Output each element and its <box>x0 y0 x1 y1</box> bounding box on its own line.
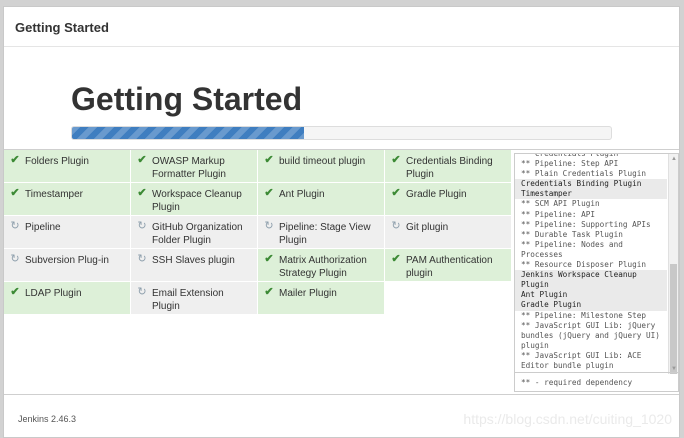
log-dependency-line: ** Pipeline: Supporting APIs <box>521 219 651 229</box>
plugin-item: ✔ Timestamper <box>4 183 131 216</box>
log-plugin-heading: Jenkins Workspace Cleanup Plugin <box>515 270 667 291</box>
jenkins-version: Jenkins 2.46.3 <box>18 414 77 424</box>
check-icon: ✔ <box>137 154 147 166</box>
plugin-label: Timestamper <box>25 189 83 200</box>
plugin-label: Gradle Plugin <box>406 189 467 200</box>
log-dependency-line: ** Pipeline: Milestone Step <box>521 310 646 320</box>
log-plugin-heading: Gradle Plugin <box>515 300 667 311</box>
check-icon: ✔ <box>10 154 20 166</box>
grid-empty-cell <box>385 282 512 315</box>
install-log[interactable]: ** Credentials Plugin** Pipeline: Step A… <box>514 153 679 392</box>
log-plugin-heading: Timestamper <box>515 189 667 200</box>
plugin-label: SSH Slaves plugin <box>152 255 235 266</box>
plugin-label: GitHub Organization Folder Plugin <box>152 222 243 246</box>
plugin-item: ✔ Matrix Authorization Strategy Plugin <box>258 249 385 282</box>
install-log-lines: ** Credentials Plugin** Pipeline: Step A… <box>515 154 667 374</box>
log-plugin-heading: Ant Plugin <box>515 290 667 301</box>
log-legend: ** - required dependency <box>515 372 678 391</box>
plugin-item: ↻ Pipeline: Stage View Plugin <box>258 216 385 249</box>
log-dependency-line: ** Pipeline: API <box>521 209 596 219</box>
plugin-label: PAM Authentication plugin <box>406 255 493 279</box>
plugin-item: ✔ PAM Authentication plugin <box>385 249 512 282</box>
progress-bar <box>71 126 612 140</box>
log-dependency-line: ** SCM API Plugin <box>521 199 600 209</box>
plugin-label: Pipeline: Stage View Plugin <box>279 222 371 246</box>
plugin-item: ✔ Workspace Cleanup Plugin <box>131 183 258 216</box>
refresh-icon: ↻ <box>264 220 274 232</box>
plugin-label: Git plugin <box>406 222 449 233</box>
dialog-header: Getting Started <box>4 7 679 47</box>
plugin-label: Folders Plugin <box>25 156 89 167</box>
plugin-item: ↻ Git plugin <box>385 216 512 249</box>
check-icon: ✔ <box>391 253 401 265</box>
refresh-icon: ↻ <box>137 286 147 298</box>
plugin-label: LDAP Plugin <box>25 288 82 299</box>
log-dependency-line: ** Durable Task Plugin <box>521 229 623 239</box>
check-icon: ✔ <box>264 253 274 265</box>
plugin-item: ↻ Subversion Plug-in <box>4 249 131 282</box>
dialog-title: Getting Started <box>15 20 109 35</box>
check-icon: ✔ <box>137 187 147 199</box>
plugin-label: Mailer Plugin <box>279 288 337 299</box>
refresh-icon: ↻ <box>10 220 20 232</box>
plugin-item: ✔ LDAP Plugin <box>4 282 131 315</box>
check-icon: ✔ <box>264 154 274 166</box>
plugin-label: Credentials Binding Plugin <box>406 156 493 180</box>
plugin-label: Matrix Authorization Strategy Plugin <box>279 255 367 279</box>
refresh-icon: ↻ <box>137 220 147 232</box>
log-scrollbar[interactable]: ▲ ▼ <box>668 154 678 374</box>
plugin-item: ✔ Credentials Binding Plugin <box>385 150 512 183</box>
plugin-item: ↻ Email Extension Plugin <box>131 282 258 315</box>
setup-dialog: Getting Started Getting Started ✔ Folders… <box>3 6 680 438</box>
page-title: Getting Started <box>71 81 303 117</box>
plugin-label: Pipeline <box>25 222 61 233</box>
plugin-label: build timeout plugin <box>279 156 366 167</box>
plugin-label: Subversion Plug-in <box>25 255 109 266</box>
progress-fill <box>72 127 304 139</box>
log-dependency-line: ** JavaScript GUI Lib: ACE Editor bundle… <box>521 350 646 370</box>
check-icon: ✔ <box>391 187 401 199</box>
log-dependency-line: ** Resource Disposer Plugin <box>521 260 646 270</box>
plugin-item: ✔ Ant Plugin <box>258 183 385 216</box>
plugin-label: OWASP Markup Formatter Plugin <box>152 156 226 180</box>
log-plugin-heading: Credentials Binding Plugin <box>515 179 667 190</box>
check-icon: ✔ <box>391 154 401 166</box>
plugin-item: ↻ SSH Slaves plugin <box>131 249 258 282</box>
log-dependency-line: ** JavaScript GUI Lib: jQuery bundles (j… <box>521 320 665 350</box>
install-panel: ✔ Folders Plugin ✔ OWASP Markup Formatter P… <box>4 149 679 395</box>
plugin-item: ✔ Gradle Plugin <box>385 183 512 216</box>
plugin-label: Workspace Cleanup Plugin <box>152 189 242 213</box>
refresh-icon: ↻ <box>10 253 20 265</box>
scrollbar-thumb[interactable] <box>670 264 677 374</box>
log-dependency-line: ** Pipeline: Nodes and Processes <box>521 239 628 259</box>
scroll-up-icon[interactable]: ▲ <box>669 154 678 164</box>
plugin-item: ✔ Folders Plugin <box>4 150 131 183</box>
plugin-item: ↻ Pipeline <box>4 216 131 249</box>
plugin-item: ↻ GitHub Organization Folder Plugin <box>131 216 258 249</box>
plugin-label: Email Extension Plugin <box>152 288 224 312</box>
hero: Getting Started <box>4 47 679 148</box>
plugin-label: Ant Plugin <box>279 189 325 200</box>
log-dependency-line: ** Plain Credentials Plugin <box>521 169 646 179</box>
plugin-item: ✔ build timeout plugin <box>258 150 385 183</box>
watermark: https://blog.csdn.net/cuiting_1020 <box>463 411 672 427</box>
refresh-icon: ↻ <box>137 253 147 265</box>
plugin-item: ✔ Mailer Plugin <box>258 282 385 315</box>
dialog-footer: Jenkins 2.46.3 https://blog.csdn.net/cui… <box>4 395 679 438</box>
check-icon: ✔ <box>10 187 20 199</box>
refresh-icon: ↻ <box>391 220 401 232</box>
log-dependency-line: ** Pipeline: Step API <box>521 159 619 169</box>
check-icon: ✔ <box>264 286 274 298</box>
plugin-item: ✔ OWASP Markup Formatter Plugin <box>131 150 258 183</box>
check-icon: ✔ <box>10 286 20 298</box>
check-icon: ✔ <box>264 187 274 199</box>
